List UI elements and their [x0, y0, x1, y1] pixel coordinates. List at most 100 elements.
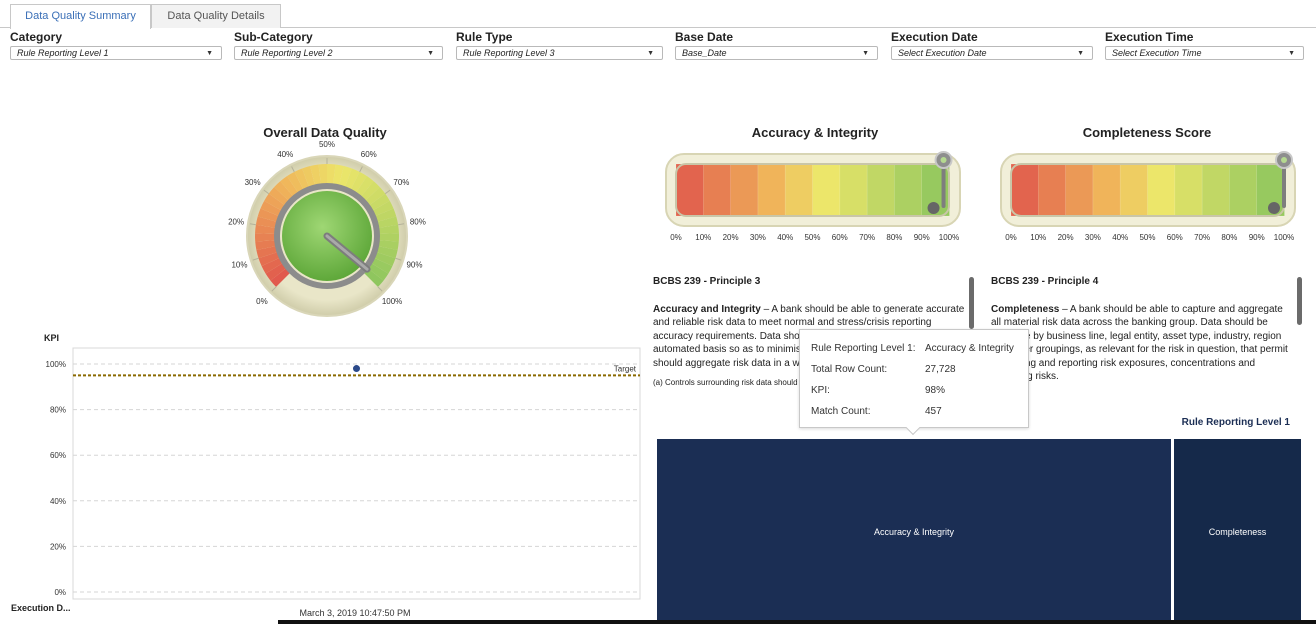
principle-4-scrollbar[interactable]	[1297, 277, 1302, 325]
completeness-score-bar-gauge: 0% 10% 20% 30% 40% 50% 60% 70% 80% 90% 100%	[1000, 151, 1296, 242]
bar-gauge-segment	[1092, 163, 1122, 217]
rule-type-value: Rule Reporting Level 3	[463, 48, 555, 58]
gauge-tick-label: 100%	[382, 297, 402, 306]
execution-date-dropdown[interactable]: Select Execution Date ▼	[891, 46, 1093, 60]
bar-gauge-segment	[702, 163, 732, 217]
subcategory-dropdown[interactable]: Rule Reporting Level 2 ▼	[234, 46, 443, 60]
tooltip-label: Total Row Count:	[811, 364, 888, 375]
bar-gauge-tick-label: 0%	[1005, 233, 1017, 242]
bar-gauge-ball	[1268, 202, 1280, 214]
bar-gauge-knob-center	[940, 157, 947, 163]
execution-time-dropdown[interactable]: Select Execution Time ▼	[1105, 46, 1304, 60]
category-value: Rule Reporting Level 1	[17, 48, 109, 58]
treemap-tile-label: Completeness	[1208, 526, 1267, 537]
kpi-y-tick-label: 40%	[50, 497, 66, 506]
accuracy-integrity-bar-gauge: 0% 10% 20% 30% 40% 50% 60% 70% 80% 90% 100%	[665, 151, 961, 242]
bar-gauge-segment	[866, 163, 896, 217]
kpi-data-point	[353, 365, 360, 373]
bar-gauge-knob-center	[1281, 157, 1287, 163]
tab-data-quality-summary[interactable]: Data Quality Summary	[10, 4, 151, 29]
kpi-target-label: Target	[614, 364, 637, 373]
treemap-tile-accuracy-integrity[interactable]: Accuracy & Integrity	[657, 439, 1171, 624]
chevron-down-icon: ▼	[647, 50, 654, 57]
execution-date-axis-label: Execution D...	[11, 603, 71, 613]
principle-4-panel: BCBS 239 - Principle 4 Completeness – A …	[991, 275, 1293, 396]
subcategory-filter: Sub-Category Rule Reporting Level 2 ▼	[234, 30, 443, 60]
bar-gauge-tick-label: 80%	[1221, 233, 1237, 242]
category-label: Category	[10, 30, 63, 44]
bar-gauge-segment	[839, 163, 868, 217]
bar-gauge-tick-label: 100%	[939, 233, 959, 242]
kpi-y-tick-label: 60%	[50, 451, 66, 460]
gauge-tick-label: 60%	[361, 150, 377, 159]
bar-gauge-segment	[1229, 163, 1258, 217]
bar-gauge-tick-label: 60%	[832, 233, 848, 242]
principle-4-body: Completeness – A bank should be able to …	[991, 303, 1293, 384]
bar-gauge-tick-label: 20%	[723, 233, 739, 242]
overall-gauge-title: Overall Data Quality	[263, 125, 387, 140]
tooltip-label: Rule Reporting Level 1:	[811, 343, 916, 354]
base-date-value: Base_Date	[682, 48, 727, 58]
bar-gauge-tick-label: 50%	[1139, 233, 1155, 242]
bar-gauge-tick-label: 70%	[859, 233, 875, 242]
tab-data-quality-details[interactable]: Data Quality Details	[151, 4, 281, 28]
completeness-bar-title: Completeness Score	[1082, 125, 1212, 140]
gauge-tick-label: 90%	[406, 260, 422, 269]
bar-gauge-segment	[675, 163, 705, 217]
subcategory-label: Sub-Category	[234, 30, 313, 44]
bar-gauge-segment	[757, 163, 787, 217]
rule-type-dropdown[interactable]: Rule Reporting Level 3 ▼	[456, 46, 663, 60]
gauge-tick-label: 30%	[245, 178, 261, 187]
treemap-tile-label: Accuracy & Integrity	[873, 526, 955, 537]
subcategory-value: Rule Reporting Level 2	[241, 48, 333, 58]
principle-4-title: BCBS 239 - Principle 4	[991, 276, 1099, 287]
tooltip-value: 98%	[925, 385, 946, 396]
execution-time-filter: Execution Time Select Execution Time ▼	[1105, 30, 1304, 60]
treemap-tile-completeness[interactable]: Completeness	[1174, 439, 1301, 624]
bar-gauge-segment	[1201, 163, 1231, 217]
execution-date-label: Execution Date	[891, 30, 978, 44]
bar-gauge-tick-label: 100%	[1274, 233, 1294, 242]
kpi-plot-area	[72, 347, 641, 600]
bar-gauge-segment	[784, 163, 814, 217]
bar-gauge-segment	[1147, 163, 1176, 217]
treemap-tooltip: Rule Reporting Level 1: Accuracy & Integ…	[799, 329, 1029, 436]
category-dropdown[interactable]: Rule Reporting Level 1 ▼	[10, 46, 222, 60]
bottom-divider	[278, 620, 1316, 624]
bar-gauge-segment	[812, 163, 841, 217]
overall-data-quality-gauge: 0% 10% 20% 30% 40% 50% 60% 70% 80% 90% 100%	[228, 140, 426, 317]
bar-gauge-tick-label: 90%	[914, 233, 930, 242]
kpi-y-tick-label: 20%	[50, 542, 66, 551]
gauge-tick-label: 0%	[256, 297, 268, 306]
bar-gauge-ball	[927, 202, 940, 214]
chevron-down-icon: ▼	[862, 50, 869, 57]
principle-3-lead: Accuracy and Integrity	[653, 303, 761, 315]
tooltip-label: KPI:	[811, 385, 830, 396]
bar-gauge-tick-label: 10%	[1030, 233, 1046, 242]
principle-4-text: – A bank should be able to capture and a…	[991, 303, 1288, 383]
bar-gauge-tick-label: 30%	[1085, 233, 1101, 242]
gauge-tick-label: 20%	[228, 218, 244, 227]
execution-time-value: Select Execution Time	[1112, 48, 1202, 58]
chevron-down-icon: ▼	[1288, 50, 1295, 57]
base-date-dropdown[interactable]: Base_Date ▼	[675, 46, 878, 60]
bar-gauge-tick-label: 50%	[804, 233, 820, 242]
kpi-chart: 0% 20% 40% 60% 80% 100% Target	[46, 347, 641, 600]
kpi-y-tick-label: 80%	[50, 406, 66, 415]
principle-3-title: BCBS 239 - Principle 3	[653, 276, 761, 287]
tooltip-value: 457	[925, 406, 942, 417]
principle-4-lead: Completeness	[991, 303, 1060, 315]
bar-gauge-segment	[1010, 163, 1040, 217]
kpi-y-tick-label: 100%	[46, 360, 66, 369]
bar-gauge-segment	[730, 163, 759, 217]
bar-gauge-tick-label: 60%	[1167, 233, 1183, 242]
tooltip-value: Accuracy & Integrity	[925, 343, 1014, 354]
principle-3-scrollbar[interactable]	[969, 277, 974, 329]
base-date-label: Base Date	[675, 30, 734, 44]
bar-gauge-tick-label: 10%	[695, 233, 711, 242]
kpi-y-tick-label: 0%	[54, 588, 66, 597]
execution-time-label: Execution Time	[1105, 30, 1194, 44]
bar-gauge-tick-label: 80%	[886, 233, 902, 242]
execution-date-filter: Execution Date Select Execution Date ▼	[891, 30, 1093, 60]
tooltip-value: 27,728	[925, 364, 956, 375]
